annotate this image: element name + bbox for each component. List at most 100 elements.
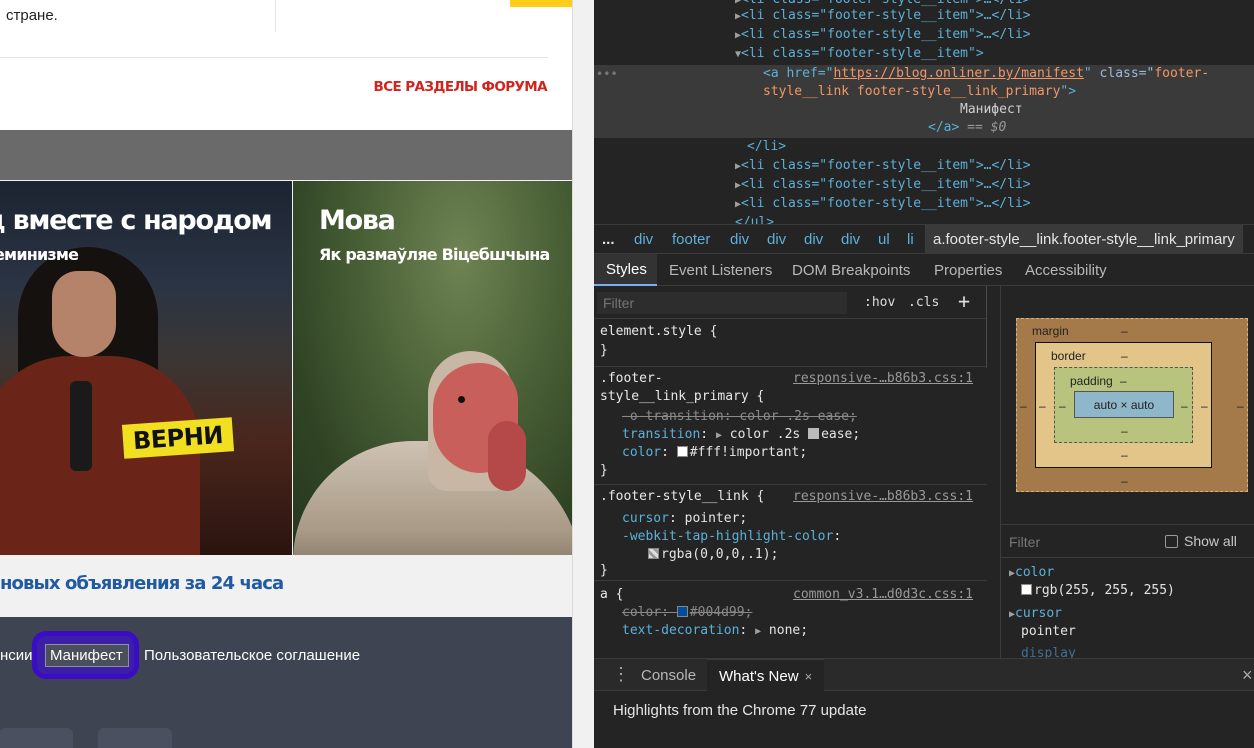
css-rule-a: a { common_v3.1…d0d3c.css:1 color: #004d… [600, 587, 974, 638]
bezier-editor-icon[interactable] [808, 428, 820, 439]
dom-node[interactable]: ▶<li class="footer-style__item">…</li> [735, 158, 1031, 173]
dom-node[interactable]: ▶<li class="footer-style__item">…</li> [735, 177, 1031, 192]
page-scrollbar[interactable] [572, 0, 594, 748]
breadcrumb-item[interactable]: div [730, 231, 749, 248]
css-declaration[interactable]: transition: ▶ color .2s ease; [622, 427, 860, 442]
dom-node-expanded[interactable]: ▼<li class="footer-style__item"> [735, 46, 984, 61]
tile-title: д вместе с народом [0, 205, 273, 236]
close-drawer-icon[interactable]: × [1242, 665, 1253, 686]
section-header-bar [0, 130, 572, 180]
breadcrumb-current[interactable]: a.footer-style__link.footer-style__link_… [925, 225, 1243, 254]
drawer-tabs: ⋮ Console What's New × × [594, 658, 1254, 692]
forum-card: стране. ВСЕ РАЗДЕЛЫ ФОРУМА [0, 0, 572, 130]
whats-new-headline: Highlights from the Chrome 77 update [613, 702, 867, 719]
tab-event-listeners[interactable]: Event Listeners [669, 262, 772, 279]
color-swatch-icon[interactable] [676, 446, 688, 457]
microphone-icon [70, 381, 92, 471]
color-swatch-icon[interactable] [676, 606, 688, 617]
hover-state-toggle[interactable]: :hov [864, 295, 895, 310]
dom-text-node: Манифест [960, 102, 1023, 117]
tile-subtitle: Як размаўляе Віцебшчына [319, 245, 550, 264]
news-tile-2[interactable]: Мова Як размаўляе Віцебшчына [293, 181, 572, 555]
box-model-content[interactable]: auto × auto [1074, 391, 1174, 418]
computed-property[interactable]: display [1021, 646, 1076, 658]
drawer-menu-icon[interactable]: ⋮ [612, 664, 630, 685]
webpage-viewport: стране. ВСЕ РАЗДЕЛЫ ФОРУМА ВЕРНИ д вмест… [0, 0, 572, 748]
dom-node-selected: style__link footer-style__link_primary"> [763, 84, 1077, 99]
dom-node[interactable]: ▶<li class="footer-style__item">…</li> [735, 27, 1031, 42]
css-declaration[interactable]: -webkit-tap-highlight-color: [622, 529, 841, 544]
computed-value: pointer [1021, 624, 1076, 639]
more-options-icon[interactable]: ••• [596, 67, 618, 81]
styles-filter-input[interactable] [597, 292, 847, 314]
site-footer: нсии Манифест Пользовательское соглашени… [0, 617, 572, 748]
tab-styles[interactable]: Styles [594, 254, 657, 286]
computed-property[interactable]: ▶color [1009, 565, 1054, 580]
dom-node[interactable]: ▶<li class="footer-style__item">…</li> [735, 196, 1031, 211]
photo-turkey [488, 421, 526, 491]
css-rule-element-style: element.style { } [594, 319, 987, 367]
show-all-checkbox[interactable]: Show all [1165, 533, 1237, 549]
css-rule-footer-link: .footer-style__link { responsive-…b86b3.… [594, 485, 987, 581]
tab-properties[interactable]: Properties [934, 262, 1002, 279]
breadcrumb-overflow[interactable]: ... [602, 231, 615, 248]
tab-accessibility[interactable]: Accessibility [1025, 262, 1107, 279]
breadcrumb-item[interactable]: li [907, 231, 914, 248]
color-swatch-icon[interactable] [648, 548, 659, 559]
highlight-annotation: Манифест [32, 631, 139, 679]
breadcrumb-item[interactable]: div [841, 231, 860, 248]
footer-button[interactable] [0, 728, 73, 748]
tab-console[interactable]: Console [641, 667, 696, 684]
all-forum-sections-link[interactable]: ВСЕ РАЗДЕЛЫ ФОРУМА [374, 79, 548, 95]
stylesheet-link[interactable]: responsive-…b86b3.css:1 [793, 371, 973, 386]
stylesheet-link[interactable]: common_v3.1…d0d3c.css:1 [793, 587, 973, 602]
tab-whats-new[interactable]: What's New × [707, 659, 825, 692]
new-rule-button[interactable]: + [958, 289, 970, 313]
dom-node-close: </ul> [735, 215, 775, 224]
css-declaration[interactable]: color: #fff!important; [622, 445, 807, 460]
dom-breadcrumbs: ... div footer div div div div ul li a.f… [594, 224, 1254, 254]
forum-snippet: стране. [6, 7, 58, 24]
styles-toolbar: :hov .cls + [594, 286, 987, 319]
computed-value: rgb(255, 255, 255) [1021, 583, 1175, 598]
breadcrumb-item[interactable]: div [804, 231, 823, 248]
styles-pane: :hov .cls + element.style { } .footer- r… [594, 286, 987, 658]
breadcrumb-item[interactable]: ul [878, 231, 890, 248]
css-declaration[interactable]: text-decoration: ▶ none; [622, 623, 808, 638]
new-ads-link[interactable]: новых объявления за 24 часа [0, 573, 284, 594]
accent-strip [510, 0, 572, 7]
dom-node[interactable]: ▶<li class="footer-style__item">…</li> [735, 0, 1031, 7]
css-declaration[interactable]: -o-transition: color .2s ease; [622, 409, 857, 424]
class-toggle[interactable]: .cls [908, 295, 939, 310]
tile-title: Мова [319, 205, 396, 236]
photo-sign: ВЕРНИ [121, 417, 235, 459]
close-icon[interactable]: × [805, 669, 813, 684]
css-declaration[interactable]: color: #004d99; [622, 605, 752, 620]
css-declaration-value[interactable]: rgba(0,0,0,.1); [648, 547, 778, 562]
sidebar-tabs: Styles Event Listeners DOM Breakpoints P… [594, 254, 1254, 286]
computed-toolbar: Filter Show all [1001, 524, 1254, 558]
footer-link-user-agreement[interactable]: Пользовательское соглашение [144, 647, 360, 664]
tab-dom-breakpoints[interactable]: DOM Breakpoints [792, 262, 910, 279]
divider [0, 57, 548, 58]
elements-tree: ••• ▶<li class="footer-style__item">…</l… [594, 0, 1254, 224]
news-tile-1[interactable]: ВЕРНИ д вместе с народом еминизме [0, 181, 292, 555]
dom-node-close: </li> [747, 139, 787, 154]
tile-subtitle: еминизме [0, 245, 79, 264]
checkbox-icon[interactable] [1165, 535, 1178, 548]
dom-node[interactable]: ▶<li class="footer-style__item">…</li> [735, 8, 1031, 23]
devtools-panel: ••• ▶<li class="footer-style__item">…</l… [594, 0, 1254, 748]
breadcrumb-item[interactable]: footer [672, 231, 710, 248]
breadcrumb-item[interactable]: div [767, 231, 786, 248]
computed-property[interactable]: ▶cursor [1009, 606, 1062, 621]
footer-link-manifest[interactable]: Манифест [45, 644, 129, 667]
color-swatch-icon[interactable] [1021, 584, 1032, 595]
dom-node-selected[interactable]: <a href="https://blog.onliner.by/manifes… [763, 66, 1209, 81]
computed-pane: margin – – – – border – – – – padding – … [1000, 286, 1254, 658]
computed-filter-input[interactable]: Filter [1009, 534, 1040, 550]
css-declaration[interactable]: cursor: pointer; [622, 511, 747, 526]
stylesheet-link[interactable]: responsive-…b86b3.css:1 [793, 489, 973, 504]
footer-button[interactable] [98, 728, 172, 748]
breadcrumb-item[interactable]: div [634, 231, 653, 248]
footer-link[interactable]: нсии [0, 647, 33, 664]
